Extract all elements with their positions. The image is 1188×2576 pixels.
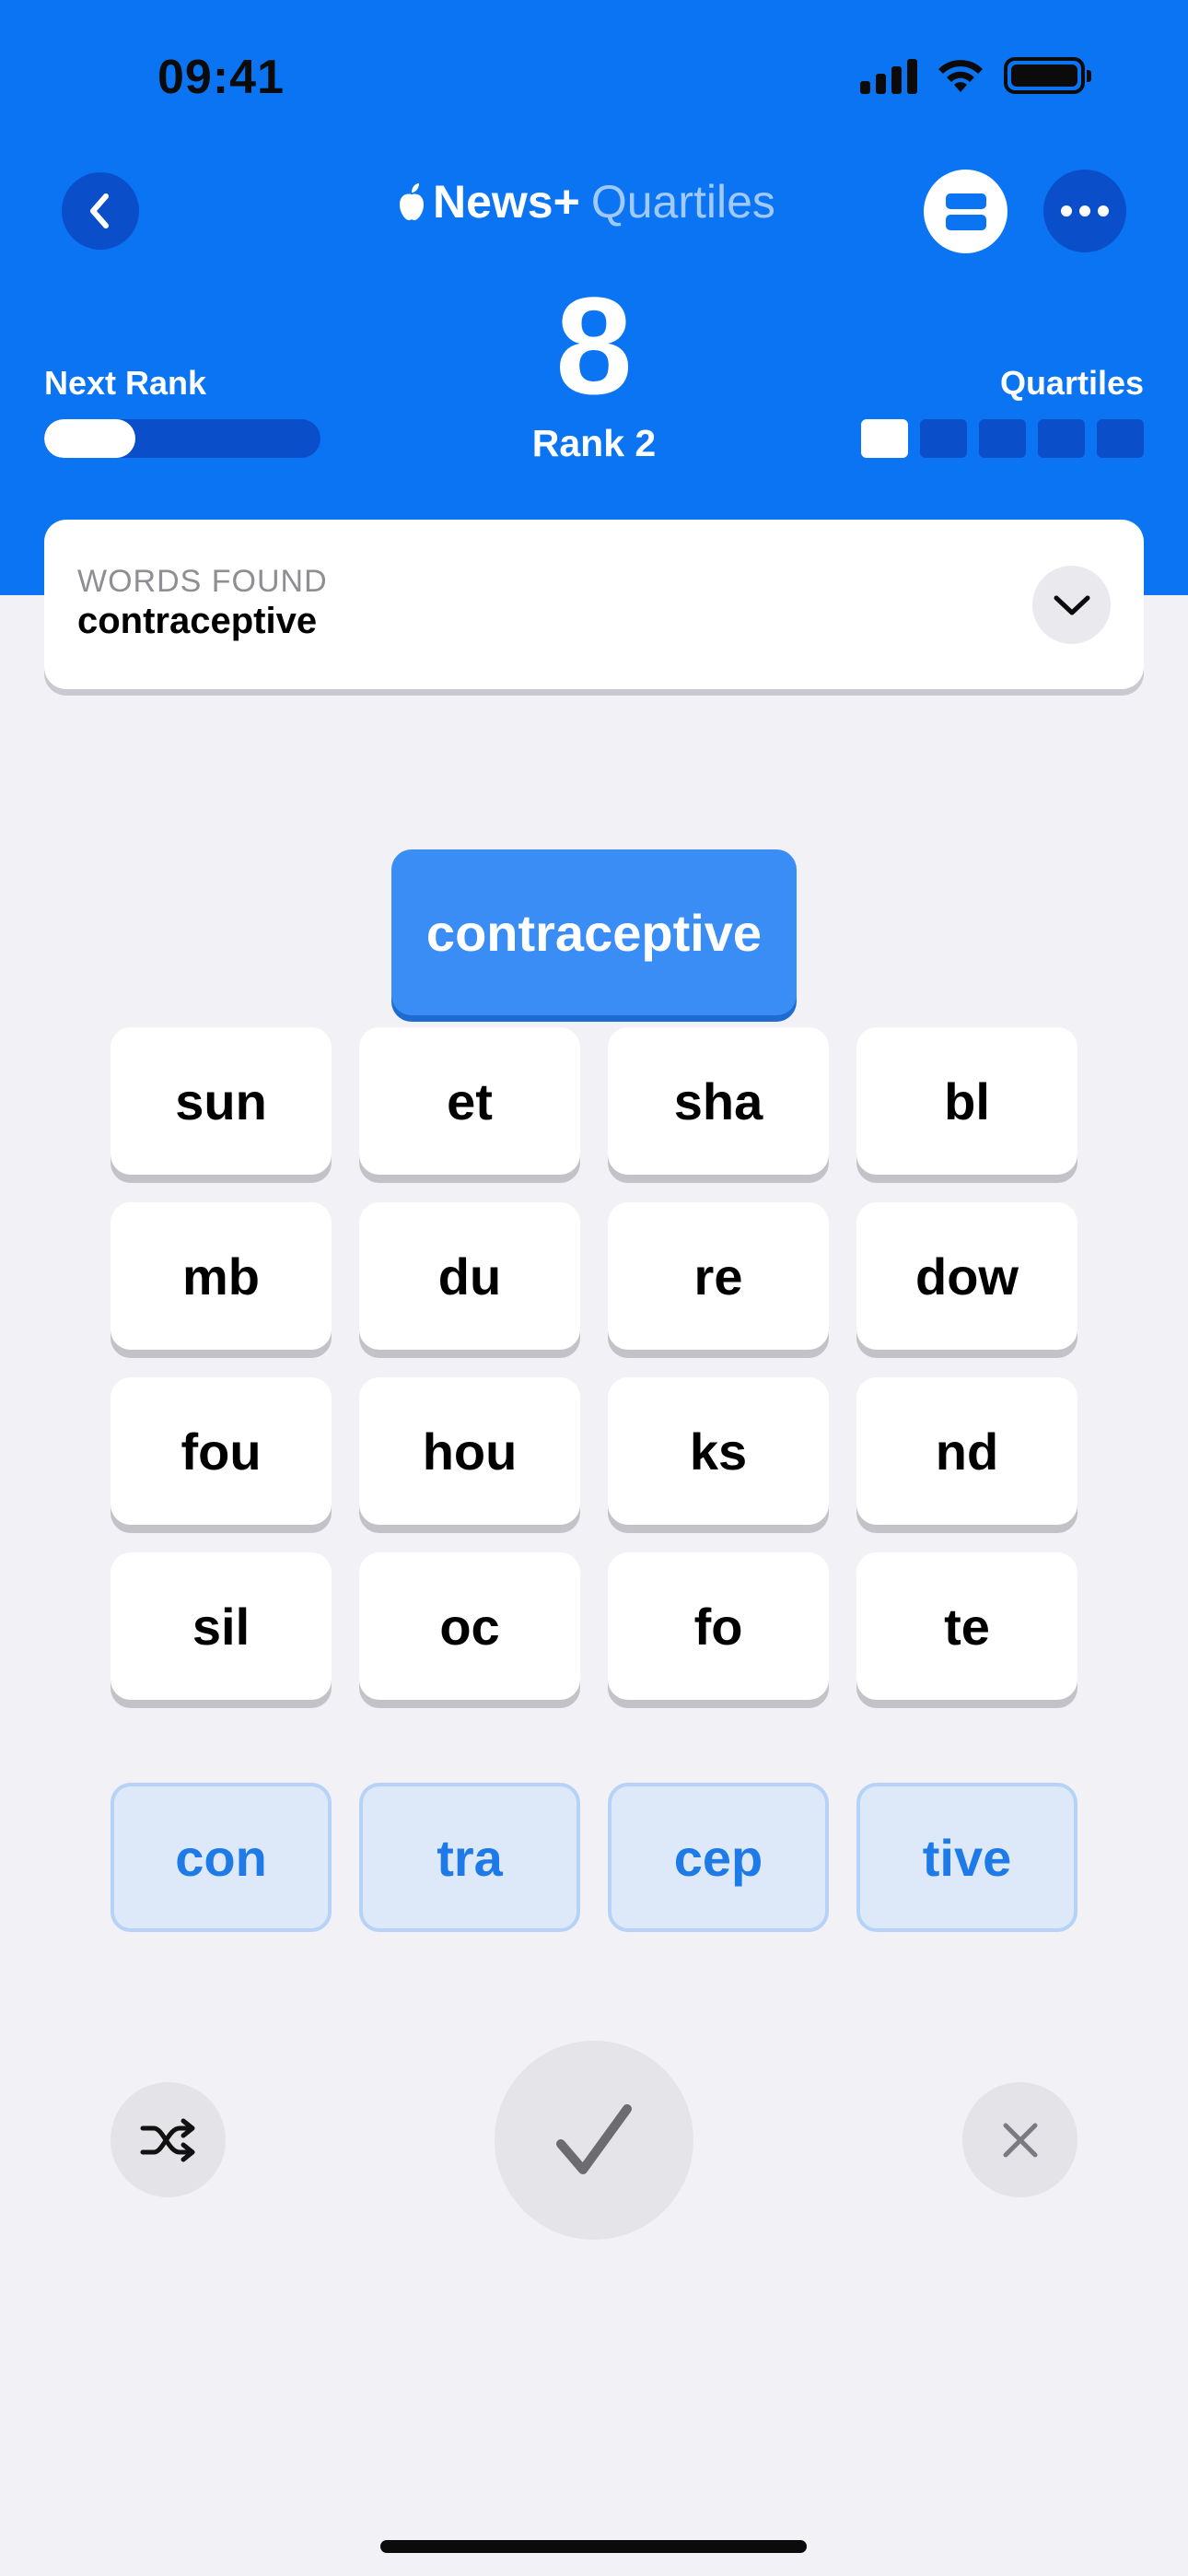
quartile-indicator: [1038, 419, 1085, 458]
submit-button[interactable]: [495, 2041, 693, 2240]
letter-tile[interactable]: fo: [608, 1552, 829, 1700]
letter-tile[interactable]: bl: [856, 1027, 1077, 1175]
status-icons: [860, 57, 1091, 94]
letter-tile[interactable]: fou: [111, 1377, 332, 1525]
current-word: contraceptive: [391, 849, 797, 1015]
tile-grid: sun et sha bl mb du re dow fou hou ks nd sil oc fo te: [111, 1027, 1077, 1700]
selected-tile[interactable]: tra: [359, 1783, 580, 1932]
shuffle-button[interactable]: [111, 2082, 226, 2197]
quartile-indicator: [979, 419, 1026, 458]
selected-tile[interactable]: cep: [608, 1783, 829, 1932]
quartiles-label: Quartiles: [999, 364, 1144, 402]
chevron-left-icon: [90, 193, 109, 228]
expand-words-button[interactable]: [1032, 566, 1111, 644]
letter-tile[interactable]: hou: [359, 1377, 580, 1525]
app-title: News+ Quartiles: [396, 175, 775, 228]
apple-logo-icon: [400, 183, 424, 220]
more-button[interactable]: [1043, 170, 1126, 252]
selected-tile[interactable]: tive: [856, 1783, 1077, 1932]
selected-tile[interactable]: con: [111, 1783, 332, 1932]
back-button[interactable]: [62, 172, 139, 250]
letter-tile[interactable]: re: [608, 1202, 829, 1350]
layout-rows-icon: [945, 193, 986, 230]
letter-tile[interactable]: et: [359, 1027, 580, 1175]
words-found-list: contraceptive: [77, 601, 318, 641]
shuffle-icon: [140, 2118, 194, 2161]
letter-tile[interactable]: ks: [608, 1377, 829, 1525]
ellipsis-icon: [1061, 205, 1109, 217]
selected-tiles-row: con tra cep tive: [111, 1783, 1077, 1932]
letter-tile[interactable]: dow: [856, 1202, 1077, 1350]
home-indicator: [380, 2540, 807, 2553]
letter-tile[interactable]: te: [856, 1552, 1077, 1700]
letter-tile[interactable]: oc: [359, 1552, 580, 1700]
game-name: Quartiles: [590, 176, 775, 228]
checkmark-icon: [556, 2104, 632, 2174]
letter-tile[interactable]: du: [359, 1202, 580, 1350]
words-found-title: WORDS FOUND: [77, 564, 328, 599]
letter-tile[interactable]: mb: [111, 1202, 332, 1350]
chevron-down-icon: [1054, 595, 1089, 615]
close-icon: [1003, 2123, 1037, 2157]
letter-tile[interactable]: nd: [856, 1377, 1077, 1525]
battery-icon: [1004, 57, 1091, 94]
quartile-indicator: [861, 419, 908, 458]
quartiles-progress: [861, 419, 1144, 458]
status-time: 09:41: [157, 51, 285, 104]
layout-toggle-button[interactable]: [924, 170, 1007, 253]
quartile-indicator: [1097, 419, 1144, 458]
wifi-icon: [938, 60, 983, 92]
brand-name: News+: [433, 176, 580, 228]
quartile-indicator: [920, 419, 967, 458]
letter-tile[interactable]: sha: [608, 1027, 829, 1175]
words-found-panel[interactable]: WORDS FOUND contraceptive: [44, 520, 1144, 689]
letter-tile[interactable]: sun: [111, 1027, 332, 1175]
letter-tile[interactable]: sil: [111, 1552, 332, 1700]
clear-button[interactable]: [962, 2082, 1077, 2197]
cellular-signal-icon: [860, 57, 917, 94]
